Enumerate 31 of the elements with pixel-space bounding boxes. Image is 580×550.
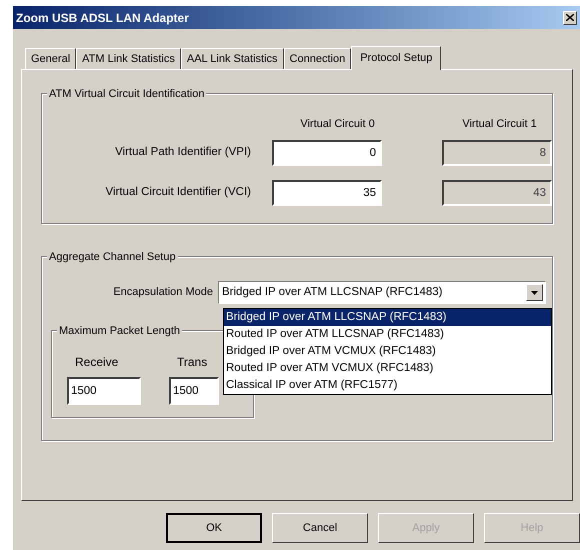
group-title: Aggregate Channel Setup (47, 249, 178, 266)
window-title: Zoom USB ADSL LAN Adapter (16, 10, 189, 26)
list-option[interactable]: Classical IP over ATM (RFC1577) (224, 377, 551, 394)
input-field[interactable]: 1500 (169, 377, 219, 405)
list-option[interactable]: Routed IP over ATM LLCSNAP (RFC1483) (224, 326, 551, 343)
tab[interactable]: Protocol Setup (351, 46, 442, 70)
tab[interactable]: Connection (284, 48, 352, 69)
tab[interactable]: General (25, 48, 76, 69)
field-label: Virtual Path Identifier (VPI) (114, 144, 251, 160)
dropdown-arrow-button[interactable] (526, 284, 543, 301)
dialog-button[interactable]: OK (166, 513, 262, 543)
encapsulation-dropdown[interactable]: Bridged IP over ATM LLCSNAP (RFC1483) (218, 281, 546, 304)
tab[interactable]: ATM Link Statistics (76, 48, 181, 69)
input-field[interactable]: 0 (272, 140, 382, 166)
caret-icon (531, 290, 538, 294)
dialog-button[interactable]: Cancel (272, 513, 368, 543)
field-label: Virtual Circuit Identifier (VCI) (104, 184, 251, 200)
close-button[interactable] (563, 10, 577, 24)
input-field[interactable]: 1500 (67, 377, 141, 405)
field-label: Encapsulation Mode (112, 285, 214, 300)
selected-value: Bridged IP over ATM LLCSNAP (RFC1483) (222, 284, 443, 300)
list-option[interactable]: Bridged IP over ATM LLCSNAP (RFC1483) (224, 309, 551, 326)
field-label: Receive (75, 354, 120, 371)
column-header: Virtual Circuit 0 (299, 117, 376, 132)
list-option[interactable]: Bridged IP over ATM VCMUX (RFC1483) (224, 343, 551, 360)
input-field[interactable]: 35 (272, 180, 382, 206)
list-option[interactable]: Routed IP over ATM VCMUX (RFC1483) (224, 360, 551, 377)
close-icon (566, 14, 574, 21)
tab[interactable]: AAL Link Statistics (180, 48, 284, 69)
column-header: Virtual Circuit 1 (461, 117, 538, 132)
group-title: Maximum Packet Length (57, 323, 182, 340)
